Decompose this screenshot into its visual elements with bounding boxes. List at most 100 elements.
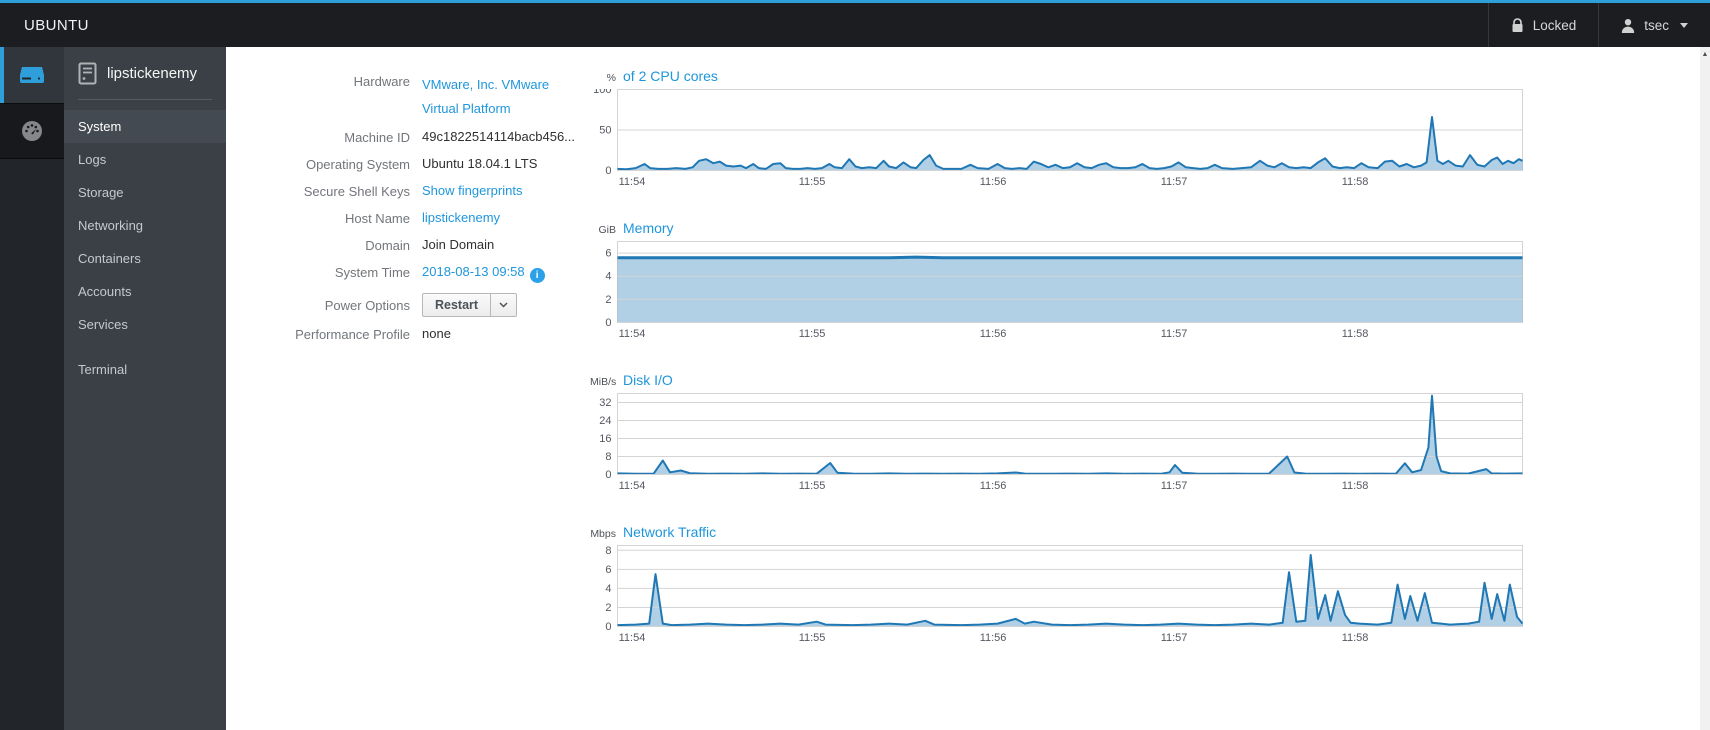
sidebar-item-logs[interactable]: Logs [64, 143, 226, 176]
scroll-up-arrow-icon[interactable]: ▲ [1702, 47, 1709, 58]
chevron-down-icon [499, 302, 508, 308]
sidebar-nav-primary: System Logs Storage Networking Containers Acc… [64, 110, 226, 341]
system-time-link[interactable]: 2018-08-13 09:58 [422, 264, 525, 279]
svg-text:11:58: 11:58 [1342, 328, 1369, 340]
detail-label-performance-profile: Performance Profile [295, 327, 410, 343]
charts-column: % of 2 CPU cores 100 50 0 11:54 11:55 11:56 11… [590, 68, 1536, 730]
detail-row-domain: Domain Join Domain [280, 237, 590, 256]
cpu-chart: 100 50 0 11:54 11:55 11:56 11:57 11:58 [590, 84, 1536, 193]
detail-value-machine-id: 49c1822514114bacb456... [422, 129, 575, 144]
sidebar-item-system[interactable]: System [64, 110, 226, 143]
hosts-rail [0, 47, 64, 730]
memory-chart-title-link[interactable]: Memory [623, 220, 674, 236]
info-icon[interactable]: i [529, 268, 545, 284]
svg-text:11:55: 11:55 [799, 632, 826, 644]
detail-value-power-options: Restart [422, 292, 518, 317]
svg-text:11:54: 11:54 [619, 632, 646, 644]
svg-text:6: 6 [605, 248, 611, 260]
user-menu[interactable]: tsec [1598, 3, 1710, 47]
vertical-scrollbar[interactable]: ▲ [1700, 47, 1710, 730]
detail-value-host-name: lipstickenemy [422, 210, 500, 225]
detail-value-operating-system: Ubuntu 18.04.1 LTS [422, 156, 537, 171]
svg-text:0: 0 [605, 317, 611, 329]
svg-text:0: 0 [605, 469, 611, 481]
svg-text:11:56: 11:56 [980, 480, 1007, 492]
svg-text:16: 16 [599, 433, 611, 445]
svg-text:11:58: 11:58 [1342, 176, 1369, 188]
cpu-chart-block: % of 2 CPU cores 100 50 0 11:54 11:55 11:56 11… [590, 68, 1536, 193]
cpu-chart-title-link[interactable]: of 2 CPU cores [623, 68, 718, 84]
sidebar-item-services[interactable]: Services [64, 308, 226, 341]
sidebar: lipstickenemy System Logs Storage Networkin… [64, 47, 226, 730]
locked-label: Locked [1532, 17, 1577, 33]
detail-row-operating-system: Operating System Ubuntu 18.04.1 LTS [280, 156, 590, 175]
svg-text:11:55: 11:55 [799, 480, 826, 492]
locked-indicator[interactable]: Locked [1487, 3, 1599, 47]
network-chart-title-link[interactable]: Network Traffic [623, 524, 716, 540]
sidebar-divider [78, 99, 212, 100]
svg-text:2: 2 [605, 602, 611, 614]
detail-label-power-options: Power Options [324, 297, 410, 313]
detail-row-power-options: Power Options Restart [280, 291, 590, 318]
svg-text:11:54: 11:54 [619, 176, 646, 188]
svg-text:0: 0 [605, 621, 611, 633]
svg-text:11:58: 11:58 [1342, 632, 1369, 644]
rail-host-item[interactable] [0, 47, 64, 103]
detail-label-operating-system: Operating System [305, 157, 410, 173]
restart-button[interactable]: Restart [422, 292, 492, 317]
network-unit-label: Mbps [590, 528, 616, 540]
detail-row-hardware: Hardware VMware, Inc. VMware Virtual Plat… [280, 73, 590, 121]
disk-io-chart-title-link[interactable]: Disk I/O [623, 372, 673, 388]
memory-chart-block: GiB Memory 6 4 2 0 11:54 11:55 11:56 11:57 11:58 [590, 220, 1536, 345]
brand-title: UBUNTU [24, 16, 89, 34]
sidebar-host-header: lipstickenemy [64, 47, 226, 99]
sidebar-item-terminal[interactable]: Terminal [64, 353, 226, 386]
detail-value-system-time: 2018-08-13 09:58 i [422, 264, 545, 284]
sidebar-nav-secondary: Terminal [64, 353, 226, 386]
svg-text:11:56: 11:56 [980, 632, 1007, 644]
sidebar-item-networking[interactable]: Networking [64, 209, 226, 242]
operating-system-text: Ubuntu 18.04.1 LTS [422, 156, 538, 172]
svg-text:11:55: 11:55 [799, 176, 826, 188]
detail-value-hardware: VMware, Inc. VMware Virtual Platform [422, 73, 582, 121]
sidebar-item-storage[interactable]: Storage [64, 176, 226, 209]
memory-chart: 6 4 2 0 11:54 11:55 11:56 11:57 11:58 [590, 241, 1536, 345]
host-name-link[interactable]: lipstickenemy [422, 210, 500, 225]
svg-text:6: 6 [605, 564, 611, 576]
svg-text:4: 4 [605, 583, 611, 595]
detail-value-domain: Join Domain [422, 237, 494, 252]
disk-io-chart-block: MiB/s Disk I/O 32 24 16 8 0 11:54 11:55 11:56 11… [590, 372, 1536, 497]
secure-shell-keys-link[interactable]: Show fingerprints [422, 183, 522, 198]
disk-io-chart: 32 24 16 8 0 11:54 11:55 11:56 11:57 11:58 [590, 393, 1536, 497]
svg-text:8: 8 [605, 451, 611, 463]
top-navbar: UBUNTU Locked tsec [0, 3, 1710, 47]
power-options-dropdown-button[interactable] [491, 292, 518, 317]
detail-label-system-time: System Time [334, 265, 410, 281]
svg-text:100: 100 [593, 89, 611, 96]
detail-label-secure-shell-keys: Secure Shell Keys [303, 184, 410, 200]
sidebar-item-accounts[interactable]: Accounts [64, 275, 226, 308]
lock-icon [1511, 17, 1524, 33]
domain-action[interactable]: Join Domain [422, 237, 494, 252]
rail-dashboard-item[interactable] [0, 103, 64, 159]
network-chart-block: Mbps Network Traffic 8 6 4 2 0 11:54 11:55 11:5… [590, 524, 1536, 649]
network-chart: 8 6 4 2 0 11:54 11:55 11:56 11:57 11:58 [590, 545, 1536, 649]
server-icon [19, 65, 45, 85]
detail-row-machine-id: Machine ID 49c1822514114bacb456... [280, 129, 590, 148]
detail-label-domain: Domain [365, 238, 410, 254]
hardware-link[interactable]: VMware, Inc. VMware Virtual Platform [422, 77, 549, 116]
detail-row-performance-profile: Performance Profile none [280, 326, 590, 345]
system-details: Hardware VMware, Inc. VMware Virtual Plat… [280, 68, 590, 730]
svg-text:11:58: 11:58 [1342, 480, 1369, 492]
user-icon [1621, 18, 1635, 33]
svg-text:50: 50 [599, 125, 611, 137]
sidebar-item-containers[interactable]: Containers [64, 242, 226, 275]
svg-text:11:54: 11:54 [619, 480, 646, 492]
svg-text:8: 8 [605, 545, 611, 557]
host-document-icon [78, 62, 97, 85]
dashboard-gauge-icon [20, 119, 44, 143]
svg-text:11:57: 11:57 [1161, 632, 1188, 644]
svg-text:11:54: 11:54 [619, 328, 646, 340]
detail-row-secure-shell-keys: Secure Shell Keys Show fingerprints [280, 183, 590, 202]
machine-id-text: 49c1822514114bacb456... [422, 129, 576, 145]
